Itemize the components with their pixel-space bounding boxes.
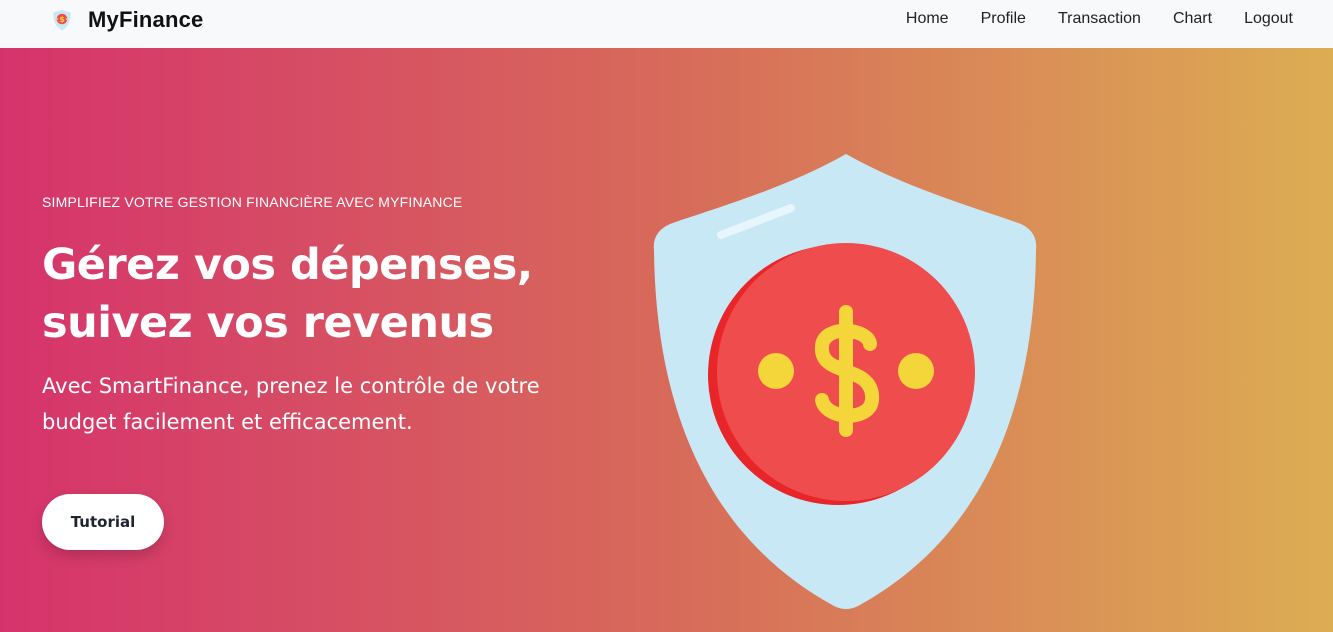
shield-dollar-icon: $: [50, 8, 74, 32]
nav-chart-link[interactable]: Chart: [1173, 10, 1212, 28]
coin-dot-left: [758, 353, 794, 389]
nav-logout-link[interactable]: Logout: [1244, 10, 1293, 28]
svg-text:$: $: [59, 15, 65, 24]
coin-dot-right: [898, 353, 934, 389]
brand-name: MyFinance: [88, 7, 204, 32]
nav-links: Home Profile Transaction Chart Logout: [874, 0, 1293, 38]
tutorial-button[interactable]: Tutorial: [42, 494, 164, 550]
nav-transaction-link[interactable]: Transaction: [1058, 10, 1141, 28]
hero-headline-line-1: Gérez vos dépenses,: [42, 240, 533, 290]
shield-dollar-illustration: [646, 148, 1046, 618]
hero-section: SIMPLIFIEZ VOTRE GESTION FINANCIÈRE AVEC…: [0, 48, 1333, 632]
hero-subtext-line-2: budget facilement et efficacement.: [42, 410, 413, 434]
navbar: $ MyFinance Home Profile Transaction Cha…: [0, 0, 1333, 48]
hero-subtext-line-1: Avec SmartFinance, prenez le contrôle de…: [42, 374, 540, 398]
nav-home-link[interactable]: Home: [906, 10, 949, 28]
hero-eyebrow: SIMPLIFIEZ VOTRE GESTION FINANCIÈRE AVEC…: [42, 194, 463, 210]
hero-subtext: Avec SmartFinance, prenez le contrôle de…: [42, 368, 602, 440]
hero-headline-line-2: suivez vos revenus: [42, 298, 494, 348]
nav-profile-link[interactable]: Profile: [981, 10, 1026, 28]
brand-home-link[interactable]: $ MyFinance: [50, 6, 204, 34]
hero-headline: Gérez vos dépenses, suivez vos revenus: [42, 236, 602, 352]
